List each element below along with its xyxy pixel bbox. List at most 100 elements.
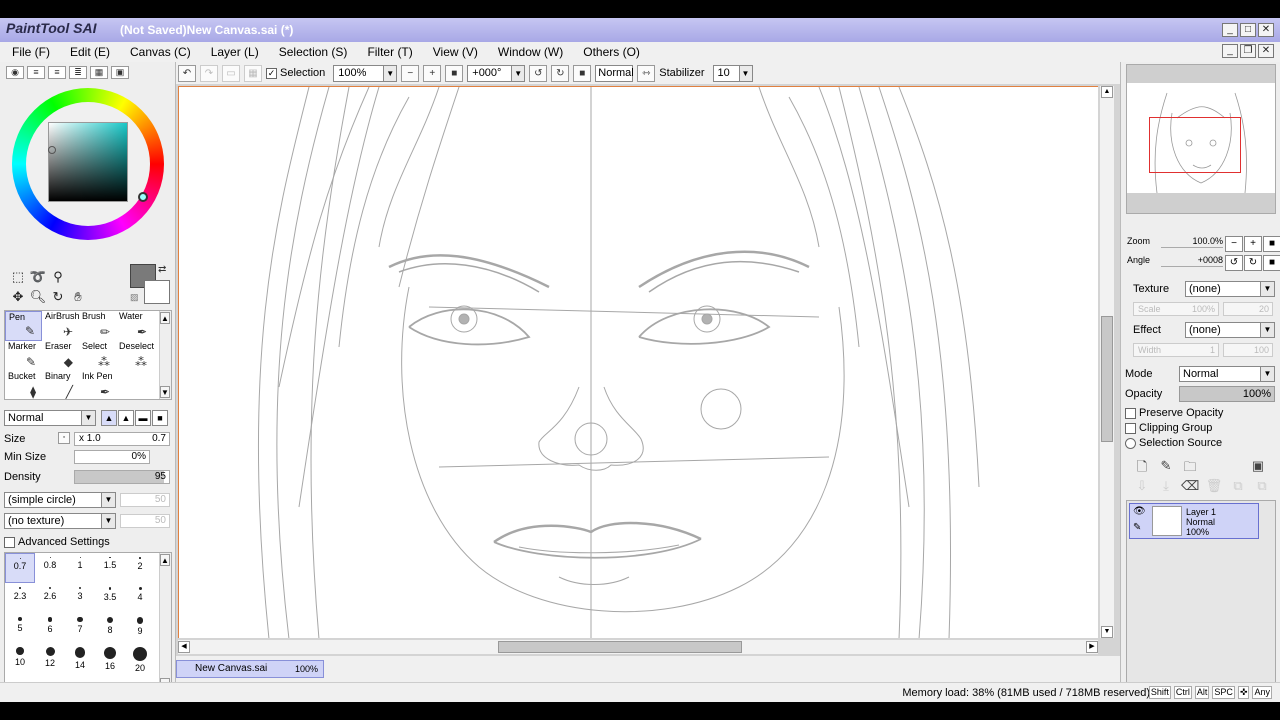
invert-selection-icon[interactable]: ▦	[244, 64, 262, 82]
close-button[interactable]: ✕	[1258, 23, 1274, 37]
tool-brush[interactable]: Brush ✏	[79, 311, 116, 341]
brush-size-preset[interactable]: 5	[5, 613, 35, 643]
menu-layer[interactable]: Layer (L)	[211, 45, 259, 59]
zoom-in-icon[interactable]: +	[423, 64, 442, 82]
brush-size-preset[interactable]: 14	[65, 643, 95, 673]
horizontal-scroll-thumb[interactable]	[498, 641, 742, 653]
vertical-scroll-thumb[interactable]	[1101, 316, 1113, 442]
menu-filter[interactable]: Filter (T)	[367, 45, 412, 59]
tool-select[interactable]: Select ⁂	[79, 341, 116, 371]
brush-shape-round-button[interactable]: ▬	[135, 410, 151, 426]
rotate-icon[interactable]: ↻	[48, 288, 68, 306]
brush-size-preset[interactable]: 2	[125, 553, 155, 583]
deselect-icon[interactable]: ▭	[222, 64, 240, 82]
brush-size-preset[interactable]: 1.5	[95, 553, 125, 583]
color-wheel[interactable]	[12, 88, 164, 240]
brush-size-preset[interactable]: 9	[125, 613, 155, 643]
menu-edit[interactable]: Edit (E)	[70, 45, 110, 59]
zoom-slider[interactable]: 100.0%	[1161, 236, 1223, 248]
tool-marker[interactable]: Marker ✎	[5, 341, 42, 371]
undo-icon[interactable]: ↶	[178, 64, 196, 82]
brush-texture-select[interactable]: (no texture) ▼	[4, 513, 116, 529]
pen-lock-icon[interactable]: ✎	[1133, 522, 1141, 533]
palette-tab-icon[interactable]: ▦	[90, 66, 108, 79]
move-icon[interactable]: ✥	[8, 288, 28, 306]
tool-bucket[interactable]: Bucket ⧫	[5, 371, 42, 401]
tool-palette-scrollbar[interactable]: ▲ ▼	[159, 311, 171, 399]
density-slider[interactable]: 95	[74, 470, 170, 484]
navigator-panel[interactable]	[1126, 64, 1276, 214]
layer-texture-select[interactable]: (none) ▼	[1185, 281, 1275, 297]
min-size-slider[interactable]: 0%	[74, 450, 150, 464]
clipping-group-checkbox[interactable]	[1125, 422, 1136, 434]
new-linework-layer-icon[interactable]: ✎	[1157, 458, 1175, 476]
flatten-icon[interactable]: ⧉	[1253, 478, 1271, 496]
menu-canvas[interactable]: Canvas (C)	[130, 45, 191, 59]
brush-size-preset[interactable]: 1	[65, 553, 95, 583]
nav-rotate-right-icon[interactable]: ↻	[1244, 255, 1262, 271]
scroll-left-icon[interactable]: ◀	[178, 641, 190, 653]
transfer-down-icon[interactable]: ⇩	[1133, 478, 1151, 496]
flip-horizontal-icon[interactable]: ⇿	[637, 64, 656, 82]
size-slider[interactable]: x 1.0 0.7	[74, 432, 170, 446]
scroll-down-icon[interactable]: ▼	[160, 386, 170, 398]
blend-mode-combo[interactable]: Normal	[595, 64, 634, 82]
brush-shape-flat-button[interactable]: ■	[152, 410, 168, 426]
tool-binary[interactable]: Binary ╱	[42, 371, 79, 401]
tool-pen[interactable]: Pen ✎	[5, 311, 42, 341]
zoom-reset-icon[interactable]: ■	[445, 64, 464, 82]
layer-mode-select[interactable]: Normal ▼	[1179, 366, 1275, 382]
zoom-combo[interactable]: 100% ▼	[333, 64, 398, 82]
canvas-vertical-scrollbar[interactable]: ▲ ▼	[1100, 86, 1114, 638]
size-lock-icon[interactable]: ▫	[58, 432, 70, 444]
file-tab[interactable]: New Canvas.sai 100%	[176, 660, 324, 678]
menu-view[interactable]: View (V)	[433, 45, 478, 59]
nav-zoom-reset-icon[interactable]: ■	[1263, 236, 1280, 252]
scroll-up-icon[interactable]: ▲	[160, 554, 170, 566]
zoom-out-icon[interactable]: −	[401, 64, 420, 82]
delete-layer-icon[interactable]: 🗑︎	[1205, 478, 1223, 496]
swap-colors-icon[interactable]: ⇄	[158, 264, 166, 275]
stabilizer-combo[interactable]: 10 ▼	[712, 64, 753, 82]
clear-layer-icon[interactable]: ⌫	[1181, 478, 1199, 496]
brush-size-preset[interactable]: 12	[35, 643, 65, 673]
brush-size-preset[interactable]: 0.8	[35, 553, 65, 583]
tool-eraser[interactable]: Eraser ◆	[42, 341, 79, 371]
brush-size-preset[interactable]: 2.3	[5, 583, 35, 613]
selection-checkbox[interactable]: ✓	[266, 67, 277, 79]
brush-size-preset[interactable]: 2.6	[35, 583, 65, 613]
eye-icon[interactable]: 👁︎	[1133, 506, 1146, 517]
magic-wand-icon[interactable]: ⚲	[48, 268, 68, 286]
redo-icon[interactable]: ↷	[200, 64, 218, 82]
doc-restore-button[interactable]: ❐	[1240, 44, 1256, 58]
scroll-up-icon[interactable]: ▲	[160, 312, 170, 324]
selection-source-radio[interactable]	[1125, 437, 1136, 449]
brush-size-preset[interactable]: 3.5	[95, 583, 125, 613]
tool-airbrush[interactable]: AirBrush ✈	[42, 311, 80, 341]
brush-size-preset[interactable]: 16	[95, 643, 125, 673]
preserve-opacity-toggle[interactable]: Preserve Opacity	[1125, 407, 1223, 419]
rotate-left-icon[interactable]: ↺	[529, 64, 548, 82]
brush-size-preset[interactable]: 8	[95, 613, 125, 643]
brush-size-preset[interactable]: 0.7	[5, 553, 35, 583]
saturation-value-square[interactable]	[48, 122, 128, 202]
hue-marker[interactable]	[138, 192, 148, 202]
merge-down-icon[interactable]: ⤓	[1157, 478, 1175, 496]
advanced-settings-toggle[interactable]: Advanced Settings	[4, 536, 110, 548]
tool-deselect[interactable]: Deselect ⁂	[116, 341, 154, 371]
layer-effect-select[interactable]: (none) ▼	[1185, 322, 1275, 338]
transparent-color-icon[interactable]: ▨	[130, 292, 139, 303]
doc-minimize-button[interactable]: _	[1222, 44, 1238, 58]
brush-shape-select[interactable]: (simple circle) ▼	[4, 492, 116, 508]
layer-item[interactable]: 👁︎ ✎ Layer 1 Normal 100%	[1129, 503, 1259, 539]
layer-opacity-slider[interactable]: 100%	[1179, 386, 1275, 402]
brush-size-preset[interactable]: 7	[65, 613, 95, 643]
brush-size-preset[interactable]: 6	[35, 613, 65, 643]
nav-zoom-in-icon[interactable]: +	[1244, 236, 1262, 252]
scratchpad-tab-icon[interactable]: ▣	[111, 66, 129, 79]
new-layer-icon[interactable]: 🗋︎	[1133, 458, 1151, 476]
brush-size-preset[interactable]: 3	[65, 583, 95, 613]
color-wheel-tab-icon[interactable]: ◉	[6, 66, 24, 79]
preserve-opacity-checkbox[interactable]	[1125, 407, 1136, 419]
angle-combo[interactable]: +000° ▼	[467, 64, 526, 82]
